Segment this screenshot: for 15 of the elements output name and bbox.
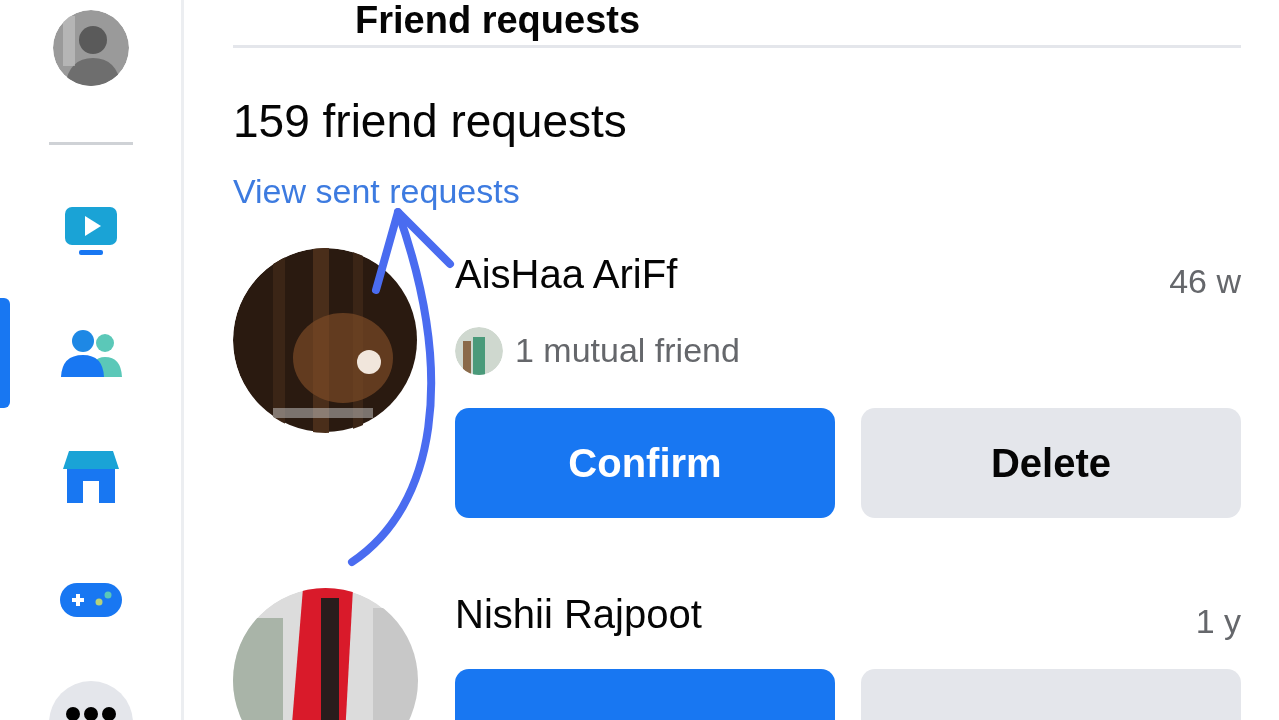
- store-icon: [60, 448, 121, 505]
- page-title: Friend requests: [355, 1, 641, 39]
- requester-name[interactable]: Nishii Rajpoot: [455, 592, 702, 636]
- request-count: 159 friend requests: [233, 96, 627, 147]
- profile-avatar[interactable]: [52, 10, 129, 86]
- mutual-friends[interactable]: 1 mutual friend: [515, 332, 740, 370]
- confirm-button[interactable]: Confirm: [455, 408, 835, 518]
- delete-button[interactable]: Delete: [861, 408, 1241, 518]
- game-controller-icon: [58, 581, 123, 618]
- sent-requests-link[interactable]: View sent requests: [233, 172, 520, 210]
- requester-name[interactable]: AisHaa AriFf: [455, 252, 678, 296]
- request-time: 1 y: [1195, 601, 1241, 642]
- friends-icon: [58, 328, 123, 379]
- video-icon: [62, 204, 119, 257]
- request-time: 46 w: [1169, 261, 1241, 302]
